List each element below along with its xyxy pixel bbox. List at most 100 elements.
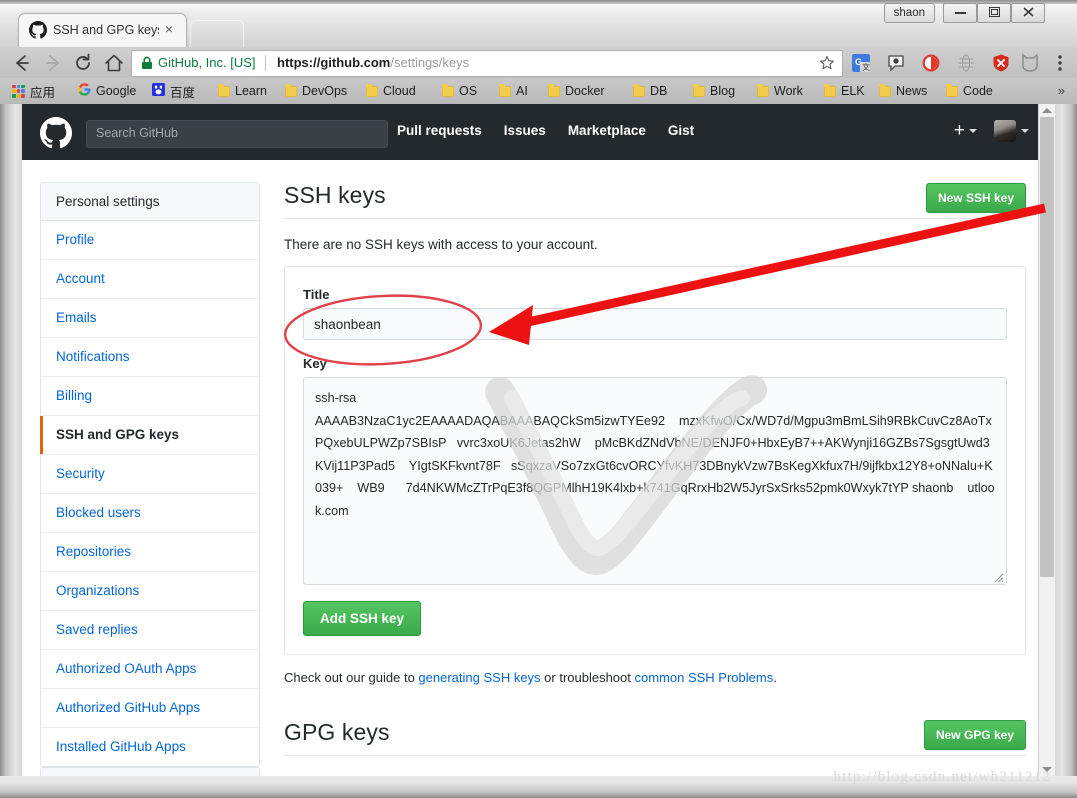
gpg-keys-title: GPG keys <box>284 719 1026 755</box>
reload-icon[interactable] <box>72 52 94 74</box>
folder-icon <box>693 86 705 97</box>
generating-ssh-keys-link[interactable]: generating SSH keys <box>418 670 540 685</box>
bookmarks-overflow-icon[interactable]: » <box>1058 83 1065 98</box>
sidebar-item-authorized-oauth-apps[interactable]: Authorized OAuth Apps <box>41 650 259 689</box>
url-path: /settings/keys <box>390 55 469 70</box>
sidebar-item-security[interactable]: Security <box>41 455 259 494</box>
scrollbar-thumb[interactable] <box>1040 117 1054 577</box>
new-tab-button[interactable] <box>190 20 244 48</box>
bookmark-baidu[interactable]: 百度 <box>152 82 195 100</box>
chrome-menu-icon[interactable] <box>1051 52 1069 74</box>
account-menu[interactable] <box>994 120 1029 142</box>
bookmark-news[interactable]: News <box>879 82 927 100</box>
globe-extension-icon[interactable] <box>956 53 976 73</box>
new-ssh-key-button[interactable]: New SSH key <box>926 183 1026 213</box>
avatar <box>994 120 1016 142</box>
bookmark-learn[interactable]: Learn <box>218 82 267 100</box>
bookmark-star-icon[interactable] <box>819 55 835 71</box>
url-domain: https://github.com <box>277 55 390 70</box>
page-title: SSH keys <box>284 182 1026 218</box>
sidebar-item-authorized-github-apps[interactable]: Authorized GitHub Apps <box>41 689 259 728</box>
tab-close-icon[interactable]: × <box>161 22 177 38</box>
home-icon[interactable] <box>103 52 125 74</box>
google-translate-extension-icon[interactable]: G文 <box>851 53 871 73</box>
scroll-up-arrow-icon[interactable] <box>1042 108 1052 113</box>
nav-issues[interactable]: Issues <box>504 123 546 138</box>
svg-text:文: 文 <box>862 62 870 72</box>
sidebar-item-repositories[interactable]: Repositories <box>41 533 259 572</box>
sidebar-item-organizations[interactable]: Organizations <box>41 572 259 611</box>
bookmark-work[interactable]: Work <box>757 82 803 100</box>
bookmark-apps[interactable]: 应用 <box>12 82 55 100</box>
bookmark-blog[interactable]: Blog <box>693 82 735 100</box>
ssh-title-input[interactable] <box>303 308 1007 340</box>
shield-extension-icon[interactable] <box>991 53 1011 73</box>
bookmark-cloud[interactable]: Cloud <box>366 82 416 100</box>
guide-suffix: . <box>773 670 777 685</box>
window-close-button[interactable] <box>1011 3 1045 23</box>
folder-icon <box>824 86 836 97</box>
bookmark-label: News <box>896 84 927 98</box>
back-icon[interactable] <box>11 52 33 74</box>
nav-marketplace[interactable]: Marketplace <box>568 123 646 138</box>
browser-toolbar: GitHub, Inc. [US] https://github.com/set… <box>0 47 1077 78</box>
security-cat-extension-icon[interactable] <box>1020 53 1040 73</box>
settings-main: SSH keys New SSH key There are no SSH ke… <box>284 182 1026 756</box>
watermark-text: http://blog.csdn.net/wh211212 <box>833 769 1051 786</box>
gpg-keys-section: GPG keys New GPG key <box>284 719 1026 756</box>
omnibox-divider <box>265 55 266 71</box>
github-favicon <box>29 21 47 39</box>
forward-icon <box>42 52 64 74</box>
url-text: https://github.com/settings/keys <box>277 55 469 70</box>
ssh-guide-text: Check out our guide to generating SSH ke… <box>284 670 1026 685</box>
window-user-label[interactable]: shaon <box>884 3 935 23</box>
sidebar-item-emails[interactable]: Emails <box>41 299 259 338</box>
nav-gist[interactable]: Gist <box>668 123 694 138</box>
github-logo-icon[interactable] <box>40 117 72 149</box>
window-minimize-button[interactable] <box>943 3 977 23</box>
sidebar-item-ssh-and-gpg-keys[interactable]: SSH and GPG keys <box>41 416 259 455</box>
bookmark-devops[interactable]: DevOps <box>285 82 347 100</box>
page-scrollbar[interactable] <box>1038 104 1055 776</box>
nav-pull-requests[interactable]: Pull requests <box>397 123 482 138</box>
sidebar-item-profile[interactable]: Profile <box>41 221 259 260</box>
adblock-extension-icon[interactable] <box>921 53 941 73</box>
sidebar-item-blocked-users[interactable]: Blocked users <box>41 494 259 533</box>
bookmark-ai[interactable]: AI <box>499 82 528 100</box>
resize-handle-icon[interactable] <box>992 570 1004 582</box>
bookmark-label: Cloud <box>383 84 416 98</box>
gpg-keys-title-row: GPG keys New GPG key <box>284 719 1026 756</box>
baidu-icon <box>152 83 165 99</box>
site-security-label: GitHub, Inc. [US] <box>158 55 256 70</box>
bookmarks-bar: 应用 Google 百度 Learn DevOps Cloud <box>0 78 1077 105</box>
ssh-keys-title-row: SSH keys New SSH key <box>284 182 1026 219</box>
bookmark-os[interactable]: OS <box>442 82 477 100</box>
sidebar-item-account[interactable]: Account <box>41 260 259 299</box>
bookmark-docker[interactable]: Docker <box>548 82 605 100</box>
browser-tab[interactable]: SSH and GPG keys × <box>18 13 187 48</box>
bookmark-label: Docker <box>565 84 605 98</box>
browser-window: SSH and GPG keys × shaon <box>0 0 1077 798</box>
folder-icon <box>366 86 378 97</box>
sidebar-item-installed-github-apps[interactable]: Installed GitHub Apps <box>41 728 259 766</box>
sidebar-item-saved-replies[interactable]: Saved replies <box>41 611 259 650</box>
folder-icon <box>633 86 645 97</box>
sidebar-item-billing[interactable]: Billing <box>41 377 259 416</box>
sidebar-item-notifications[interactable]: Notifications <box>41 338 259 377</box>
bookmark-db[interactable]: DB <box>633 82 667 100</box>
chat-extension-icon[interactable] <box>886 53 906 73</box>
github-header: Search GitHub Pull requests Issues Marke… <box>22 104 1055 160</box>
bookmark-elk[interactable]: ELK <box>824 82 865 100</box>
sidebar-heading: Personal settings <box>41 183 259 221</box>
ssh-key-textarea[interactable]: ssh-rsa AAAAB3NzaC1yc2EAAAADAQABAAABAQCk… <box>303 377 1007 585</box>
common-ssh-problems-link[interactable]: common SSH Problems <box>635 670 774 685</box>
search-input[interactable]: Search GitHub <box>86 120 388 148</box>
window-maximize-button[interactable] <box>977 3 1011 23</box>
folder-icon <box>548 86 560 97</box>
address-bar[interactable]: GitHub, Inc. [US] https://github.com/set… <box>131 50 843 77</box>
add-ssh-key-button[interactable]: Add SSH key <box>303 601 421 636</box>
bookmark-code[interactable]: Code <box>946 82 993 100</box>
create-new-menu[interactable]: + <box>954 123 977 139</box>
new-gpg-key-button[interactable]: New GPG key <box>924 720 1026 750</box>
bookmark-google[interactable]: Google <box>78 82 136 100</box>
